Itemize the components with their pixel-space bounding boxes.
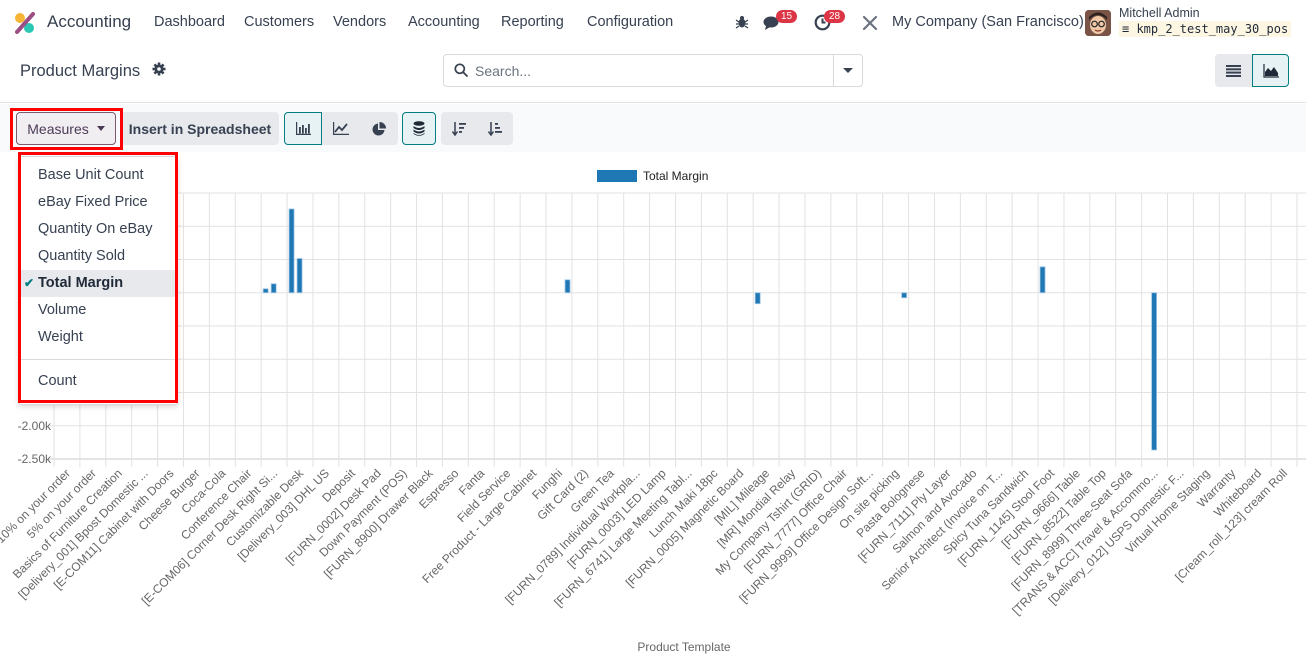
menu-vendors[interactable]: Vendors <box>333 14 386 30</box>
list-view-button[interactable] <box>1215 54 1252 87</box>
menu-accounting[interactable]: Accounting <box>408 14 480 30</box>
caret-down-icon <box>843 68 853 73</box>
search-icon <box>454 63 468 77</box>
measure-option-label: Volume <box>38 302 87 318</box>
bar-19-2[interactable] <box>564 279 571 294</box>
insert-in-spreadsheet-button[interactable]: Insert in Spreadsheet <box>121 112 279 145</box>
chart-legend[interactable]: Total Margin <box>597 169 708 183</box>
bar-8-1[interactable] <box>270 283 277 294</box>
graph-view: Measures Insert in Spreadsheet -2.00k -2… <box>0 104 1306 660</box>
tools-icon[interactable] <box>862 15 878 31</box>
app-name[interactable]: Accounting <box>47 12 131 32</box>
measures-dropdown: Base Unit Count eBay Fixed Price Quantity … <box>18 156 178 405</box>
caret-down-icon <box>96 126 105 131</box>
user-name[interactable]: Mitchell Admin <box>1119 6 1200 20</box>
list-icon <box>1226 64 1241 77</box>
page-title: Product Margins <box>20 62 141 80</box>
menu-reporting[interactable]: Reporting <box>501 14 564 30</box>
bar-9-1[interactable] <box>296 258 303 294</box>
legend-swatch-total-margin[interactable] <box>597 170 637 182</box>
measure-option-label: Quantity Sold <box>38 248 126 264</box>
control-panel: Product Margins <box>0 46 1306 103</box>
measure-option-label: Quantity On eBay <box>38 221 153 237</box>
line-chart-icon <box>333 122 349 135</box>
bar-38-0[interactable] <box>1039 266 1046 294</box>
measure-option[interactable]: Volume <box>20 297 175 324</box>
company-switcher[interactable]: My Company (San Francisco) <box>892 14 1084 30</box>
gear-icon[interactable] <box>152 62 166 76</box>
database-stack-icon <box>413 121 425 136</box>
pie-chart-icon <box>372 121 386 135</box>
activities-badge: 28 <box>824 10 846 23</box>
measure-option[interactable]: Base Unit Count <box>20 162 175 189</box>
menu-customers[interactable]: Customers <box>244 14 314 30</box>
measure-option-label: Total Margin <box>38 275 124 291</box>
menu-dashboard[interactable]: Dashboard <box>154 14 225 30</box>
graph-toolbar: Measures Insert in Spreadsheet <box>0 104 1306 152</box>
checkmark-icon: ✔ <box>24 276 35 290</box>
pie-chart-button[interactable] <box>360 112 398 145</box>
line-chart-button[interactable] <box>322 112 360 145</box>
bar-chart-button[interactable] <box>284 112 322 145</box>
x-tick-label: Basics of Furniture Creation <box>10 466 125 581</box>
bar-32-2[interactable] <box>901 292 908 299</box>
menu-configuration[interactable]: Configuration <box>587 14 673 30</box>
search-options-toggle[interactable] <box>833 55 862 86</box>
x-axis-labels: 10% on your order5% on your orderBasics … <box>0 466 1290 618</box>
area-chart-icon <box>1262 63 1279 78</box>
measures-button[interactable]: Measures <box>16 112 116 145</box>
sort-descending-icon <box>452 121 466 136</box>
bar-42-1[interactable] <box>1151 292 1158 451</box>
top-navbar: Accounting Dashboard Customers Vendors A… <box>0 0 1306 46</box>
bar-27-0[interactable] <box>754 292 761 305</box>
bar-chart: 1.50k1.00k5000-500-1.00k-1.50k-2.00k-2.5… <box>0 169 1306 654</box>
measure-option-count[interactable]: Count <box>20 368 175 395</box>
database-icon: ≡ <box>1122 22 1137 36</box>
x-axis-title: Product Template <box>637 640 730 654</box>
y-tick-label: -2.50k <box>18 452 52 466</box>
measure-option-label: eBay Fixed Price <box>38 194 148 210</box>
legend-label-total-margin[interactable]: Total Margin <box>643 169 708 183</box>
search-bar <box>443 54 863 87</box>
chart-bars <box>262 208 1158 451</box>
bar-chart-icon <box>295 122 311 135</box>
bug-icon[interactable] <box>735 15 749 29</box>
measure-option[interactable]: eBay Fixed Price <box>20 189 175 216</box>
y-tick-label: -2.00k <box>18 419 52 433</box>
measure-option[interactable]: Quantity On eBay <box>20 216 175 243</box>
measure-option[interactable]: Weight <box>20 324 175 351</box>
sort-descending-button[interactable] <box>441 112 477 145</box>
measure-option[interactable]: Quantity Sold <box>20 243 175 270</box>
measure-option-label: Weight <box>38 329 83 345</box>
bar-8-0[interactable] <box>262 288 269 294</box>
bar-9-0[interactable] <box>288 208 295 294</box>
database-name: ≡ kmp_2_test_may_30_pos <box>1119 21 1292 37</box>
sort-ascending-button[interactable] <box>477 112 513 145</box>
app-logo-icon[interactable] <box>14 12 36 34</box>
graph-view-button[interactable] <box>1252 54 1289 87</box>
measure-option-label: Base Unit Count <box>38 167 144 183</box>
user-avatar[interactable] <box>1085 10 1111 36</box>
dropdown-divider <box>20 359 175 360</box>
sort-ascending-icon <box>488 121 502 136</box>
database-label: kmp_2_test_may_30_pos <box>1136 22 1289 36</box>
measures-label: Measures <box>27 120 89 137</box>
messages-badge: 15 <box>776 10 798 23</box>
chart-grid <box>48 192 1306 467</box>
chart-panel: 1.50k1.00k5000-500-1.00k-1.50k-2.00k-2.5… <box>0 152 1306 660</box>
search-input[interactable] <box>475 61 825 81</box>
measure-option[interactable]: ✔ Total Margin <box>20 270 175 297</box>
stacked-toggle-button[interactable] <box>402 112 436 145</box>
